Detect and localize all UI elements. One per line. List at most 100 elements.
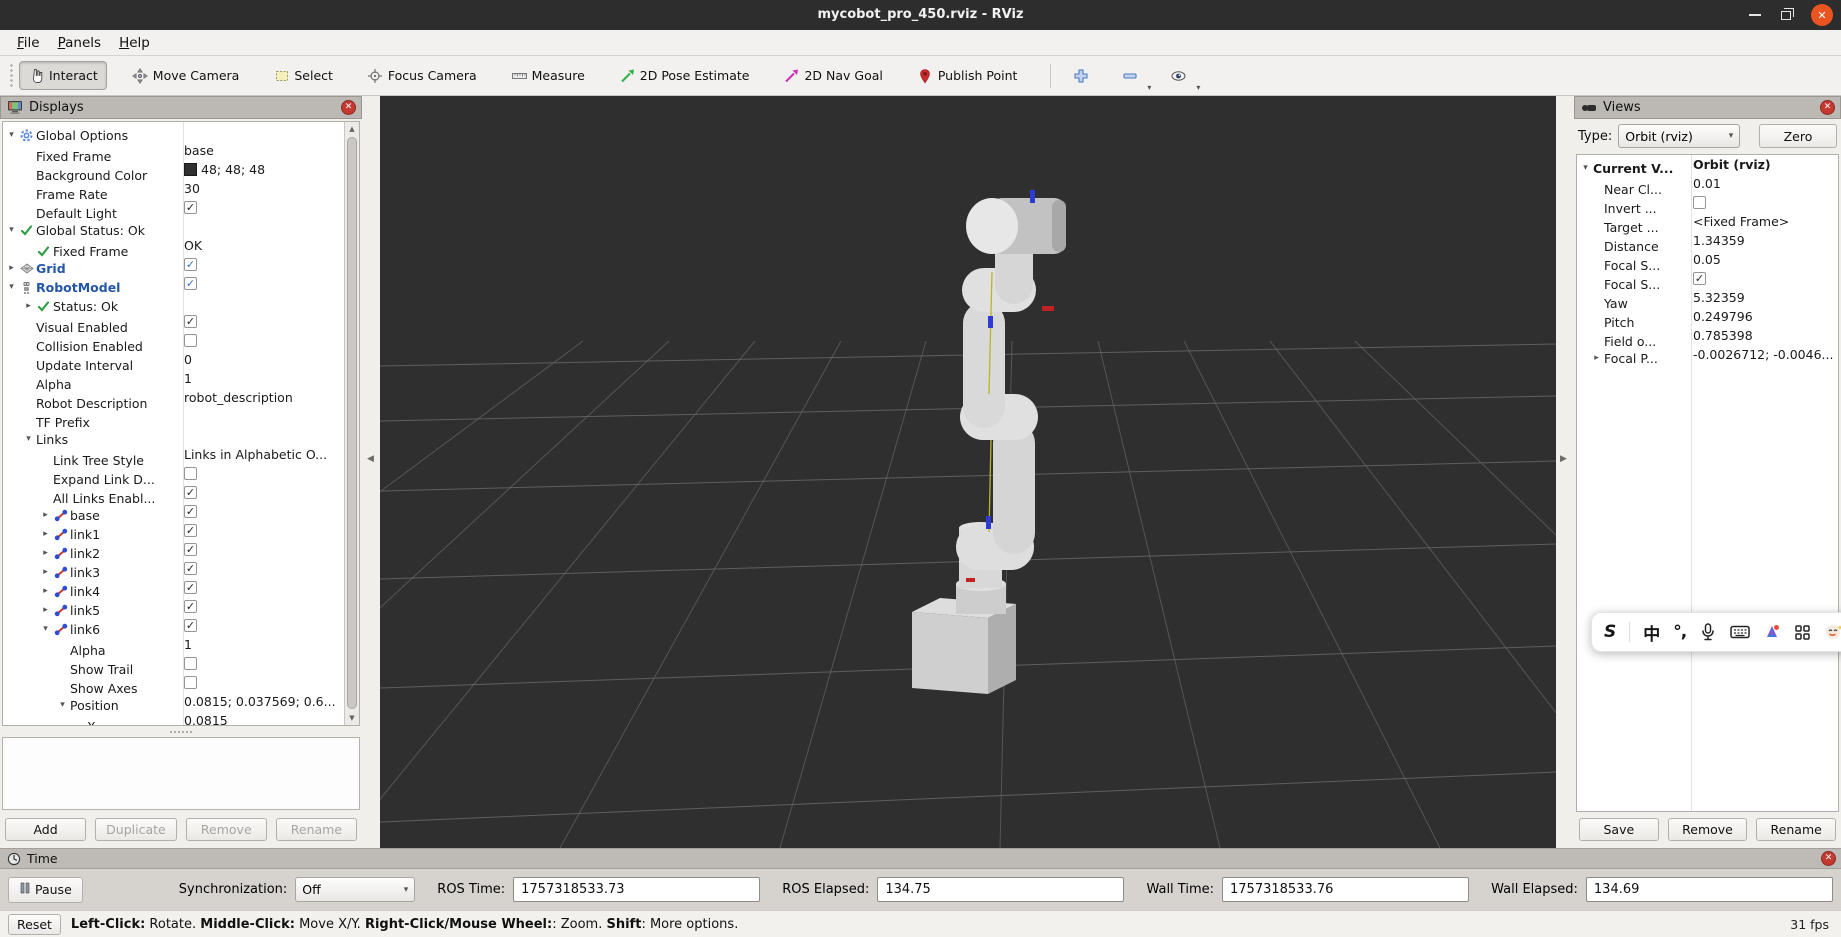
tree-row-field-o[interactable]: Field o...0.785398 <box>1577 326 1838 345</box>
tree-row-alpha[interactable]: Alpha1 <box>3 369 359 388</box>
close-panel-icon[interactable]: ✕ <box>1820 100 1835 115</box>
tree-row-link-tree-style[interactable]: Link Tree StyleLinks in Alphabetic O... <box>3 445 359 464</box>
tool-publish-point[interactable]: Publish Point <box>908 61 1027 90</box>
tree-row-update-interval[interactable]: Update Interval0 <box>3 350 359 369</box>
time-field-value[interactable]: 1757318533.73 <box>513 877 760 902</box>
tree-row-status-ok[interactable]: ▸Status: Ok <box>3 293 359 312</box>
minimize-icon[interactable] <box>1749 14 1761 16</box>
maximize-icon[interactable] <box>1781 11 1791 20</box>
checkbox-unchecked[interactable] <box>184 467 197 480</box>
tree-row-position[interactable]: ▾Position0.0815; 0.037569; 0.6... <box>3 692 359 711</box>
tool-pose-estimate[interactable]: 2D Pose Estimate <box>610 61 759 90</box>
tree-row-show-axes[interactable]: Show Axes <box>3 673 359 692</box>
property-value[interactable] <box>184 654 197 673</box>
checkbox-checked[interactable]: ✓ <box>1693 272 1706 285</box>
ime-emoji-icon[interactable] <box>1824 623 1841 641</box>
checkbox-unchecked[interactable] <box>184 657 197 670</box>
time-field-value[interactable]: 1757318533.76 <box>1222 877 1469 902</box>
tree-row-focal-s[interactable]: Focal S...✓ <box>1577 269 1838 288</box>
property-value[interactable]: ✓ <box>184 274 197 293</box>
tree-row-robotmodel[interactable]: ▾RobotModel✓ <box>3 274 359 293</box>
checkbox-checked[interactable]: ✓ <box>184 486 197 499</box>
checkbox-checked[interactable]: ✓ <box>184 619 197 632</box>
tool-focus-camera[interactable]: Focus Camera <box>358 61 486 90</box>
property-value[interactable]: ✓ <box>184 540 197 559</box>
ime-toolbar[interactable]: S中°, <box>1591 612 1841 652</box>
view-type-dropdown[interactable]: Orbit (rviz) ▾ <box>1618 124 1740 148</box>
tree-row-link6[interactable]: ▾link6✓ <box>3 616 359 635</box>
displays-panel-header[interactable]: Displays ✕ <box>0 96 362 119</box>
tree-row-focal-s[interactable]: Focal S...0.05 <box>1577 250 1838 269</box>
3d-viewport[interactable] <box>380 96 1556 848</box>
checkbox-checked[interactable]: ✓ <box>184 505 197 518</box>
3d-scene[interactable] <box>380 96 1556 848</box>
menu-help[interactable]: Help <box>110 33 159 53</box>
tree-row-link2[interactable]: ▸link2✓ <box>3 540 359 559</box>
tree-row-link3[interactable]: ▸link3✓ <box>3 559 359 578</box>
ime-voice-input-icon[interactable] <box>1699 622 1717 642</box>
tool-measure[interactable]: Measure <box>502 61 594 90</box>
tree-row-visual-enabled[interactable]: Visual Enabled✓ <box>3 312 359 331</box>
tree-row-target[interactable]: Target ...<Fixed Frame> <box>1577 212 1838 231</box>
tree-row-background-color[interactable]: Background Color48; 48; 48 <box>3 160 359 179</box>
time-field-value[interactable]: 134.75 <box>877 877 1124 902</box>
tree-row-link5[interactable]: ▸link5✓ <box>3 597 359 616</box>
tree-row-yaw[interactable]: Yaw5.32359 <box>1577 288 1838 307</box>
zero-button[interactable]: Zero <box>1759 124 1837 148</box>
scroll-up-icon[interactable]: ▲ <box>345 122 359 136</box>
tool-select[interactable]: Select <box>264 61 342 90</box>
property-value[interactable]: ✓ <box>184 597 197 616</box>
tool-move-camera[interactable]: Move Camera <box>123 61 249 90</box>
tree-row-collision-enabled[interactable]: Collision Enabled <box>3 331 359 350</box>
checkbox-checked[interactable]: ✓ <box>184 258 197 271</box>
checkbox-checked[interactable]: ✓ <box>184 277 197 290</box>
tree-row-fixed-frame[interactable]: Fixed FrameOK <box>3 236 359 255</box>
tree-row-x[interactable]: X0.0815 <box>3 711 359 726</box>
tool-interact[interactable]: Interact <box>19 61 107 90</box>
views-remove-button[interactable]: Remove <box>1668 818 1748 841</box>
property-value[interactable]: ✓ <box>184 502 197 521</box>
tree-row-all-links-enabl[interactable]: All Links Enabl...✓ <box>3 483 359 502</box>
left-dock-splitter[interactable]: ◀ <box>362 96 380 848</box>
checkbox-checked[interactable]: ✓ <box>184 201 197 214</box>
tree-row-link1[interactable]: ▸link1✓ <box>3 521 359 540</box>
tool-remove-tool[interactable]: ▾ <box>1114 62 1145 89</box>
scrollbar[interactable]: ▲ ▼ <box>344 122 359 725</box>
scroll-down-icon[interactable]: ▼ <box>345 711 359 725</box>
tree-row-distance[interactable]: Distance1.34359 <box>1577 231 1838 250</box>
checkbox-unchecked[interactable] <box>184 334 197 347</box>
ime-lang-chinese-icon[interactable]: 中 <box>1643 620 1660 645</box>
tree-row-show-trail[interactable]: Show Trail <box>3 654 359 673</box>
views-save-button[interactable]: Save <box>1579 818 1659 841</box>
scrollbar-thumb[interactable] <box>347 137 357 709</box>
tree-row-pitch[interactable]: Pitch0.249796 <box>1577 307 1838 326</box>
chevron-down-icon[interactable]: ▾ <box>1196 83 1200 92</box>
toolbar-grip-icon[interactable] <box>9 63 14 89</box>
property-value[interactable]: ✓ <box>184 616 197 635</box>
tree-row-tf-prefix[interactable]: TF Prefix <box>3 407 359 426</box>
ime-virtual-keyboard-icon[interactable] <box>1730 624 1750 640</box>
ime-skin-icon[interactable] <box>1763 623 1781 641</box>
property-value[interactable]: ✓ <box>1693 269 1706 288</box>
views-property-tree[interactable]: ▾Current V...Orbit (rviz)Near Cl...0.01I… <box>1576 154 1839 812</box>
tree-row-expand-link-d[interactable]: Expand Link D... <box>3 464 359 483</box>
checkbox-checked[interactable]: ✓ <box>184 581 197 594</box>
tree-row-default-light[interactable]: Default Light✓ <box>3 198 359 217</box>
property-value[interactable]: ✓ <box>184 483 197 502</box>
menu-file[interactable]: File <box>8 33 49 53</box>
collapse-left-dock-icon[interactable]: ◀ <box>367 454 374 464</box>
tool-tool-visibility[interactable]: ▾ <box>1163 62 1194 89</box>
pause-button[interactable]: Pause <box>8 877 83 903</box>
tree-row-alpha[interactable]: Alpha1 <box>3 635 359 654</box>
tool-nav-goal[interactable]: 2D Nav Goal <box>774 61 891 90</box>
time-field-value[interactable]: 134.69 <box>1586 877 1833 902</box>
checkbox-unchecked[interactable] <box>1693 196 1706 209</box>
reset-button[interactable]: Reset <box>8 914 61 935</box>
tree-row-fixed-frame[interactable]: Fixed Framebase <box>3 141 359 160</box>
expand-arrow-icon[interactable]: ▸ <box>1590 349 1603 368</box>
close-panel-icon[interactable]: ✕ <box>1821 851 1836 866</box>
tree-row-links[interactable]: ▾Links <box>3 426 359 445</box>
property-value[interactable] <box>184 464 197 483</box>
chevron-down-icon[interactable]: ▾ <box>1147 83 1151 92</box>
tree-row-base[interactable]: ▸base✓ <box>3 502 359 521</box>
